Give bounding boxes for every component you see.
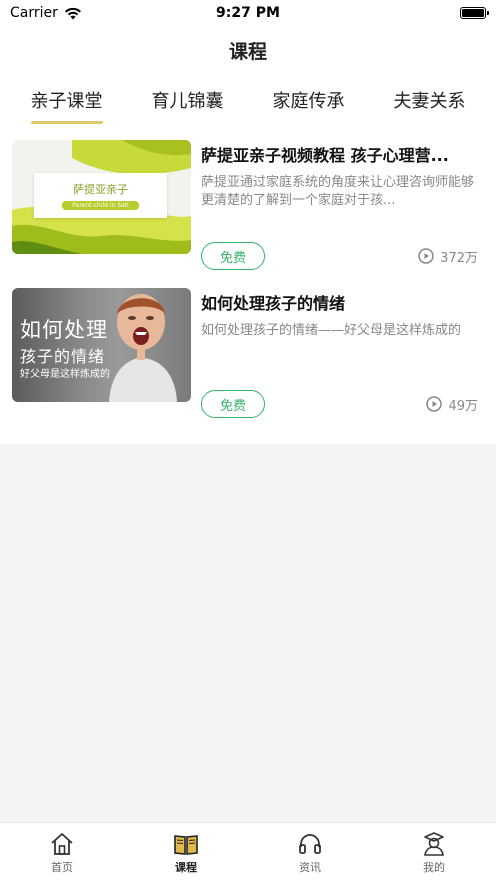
tab-family-heritage[interactable]: 家庭传承: [273, 74, 345, 126]
thumbnail-line-1: 如何处理: [20, 318, 108, 342]
book-icon: [174, 834, 198, 855]
child-photo: [109, 294, 177, 402]
status-bar: Carrier 9:27 PM: [0, 0, 496, 26]
tabbar-item-news[interactable]: 资讯: [248, 823, 372, 882]
view-count: 49万: [426, 395, 484, 414]
course-thumbnail: 萨提亚亲子 Parent-child in Sati: [12, 140, 191, 254]
graduate-icon: [424, 831, 444, 856]
course-card[interactable]: 萨提亚亲子 Parent-child in Sati 萨提亚亲子视频教程 孩子心…: [0, 134, 496, 282]
tab-parenting-tips[interactable]: 育儿锦囊: [152, 74, 224, 126]
headphones-icon: [299, 833, 321, 854]
header: Carrier 9:27 PM 课程 亲子课堂 育儿锦囊 家庭传承 夫妻关系: [0, 0, 496, 126]
view-count-label: 372万: [440, 250, 478, 266]
thumbnail-title: 萨提亚亲子: [73, 183, 128, 196]
play-circle-icon: [426, 396, 443, 412]
tab-parent-child-class[interactable]: 亲子课堂: [30, 74, 103, 126]
course-description: 萨提亚通过家庭系统的角度来让心理咨询师能够更清楚的了解到一个家庭对于孩...: [201, 175, 475, 208]
course-description: 如何处理孩子的情绪——好父母是这样炼成的: [201, 323, 462, 338]
bottom-tab-bar: 首页 课程 资讯 我的: [0, 822, 496, 882]
tabbar-item-home[interactable]: 首页: [0, 823, 124, 882]
thumbnail-line-3: 好父母是这样炼成的: [20, 369, 110, 380]
home-icon: [51, 832, 73, 855]
view-count-label: 49万: [448, 398, 478, 414]
tabbar-label: 我的: [423, 860, 445, 874]
wifi-icon: [64, 7, 81, 19]
carrier-label: Carrier: [10, 5, 58, 21]
view-count: 372万: [418, 247, 484, 266]
tabbar-label: 首页: [51, 860, 73, 874]
course-thumbnail: 如何处理 孩子的情绪 好父母是这样炼成的: [12, 288, 191, 402]
thumbnail-line-2: 孩子的情绪: [20, 347, 106, 366]
course-list: 萨提亚亲子 Parent-child in Sati 萨提亚亲子视频教程 孩子心…: [0, 126, 496, 444]
course-card[interactable]: 如何处理 孩子的情绪 好父母是这样炼成的 如何处理孩子的情绪 如何处理孩子的情绪…: [0, 282, 496, 430]
free-badge[interactable]: 免费: [201, 242, 265, 270]
tabbar-label: 资讯: [299, 860, 321, 874]
thumbnail-subtitle: Parent-child in Sati: [62, 201, 139, 210]
battery-icon: [459, 7, 489, 19]
play-circle-icon: [418, 248, 434, 264]
course-title: 萨提亚亲子视频教程 孩子心理营...: [201, 146, 449, 165]
tabbar-label: 课程: [175, 860, 197, 874]
free-badge[interactable]: 免费: [201, 390, 265, 418]
tab-couple-relationship[interactable]: 夫妻关系: [394, 74, 466, 126]
course-title: 如何处理孩子的情绪: [201, 294, 346, 313]
tabbar-item-profile[interactable]: 我的: [372, 823, 496, 882]
status-time: 9:27 PM: [216, 5, 280, 21]
tabbar-item-courses[interactable]: 课程: [124, 823, 248, 882]
category-tabs: 亲子课堂 育儿锦囊 家庭传承 夫妻关系: [0, 74, 496, 126]
page-title: 课程: [228, 40, 267, 63]
